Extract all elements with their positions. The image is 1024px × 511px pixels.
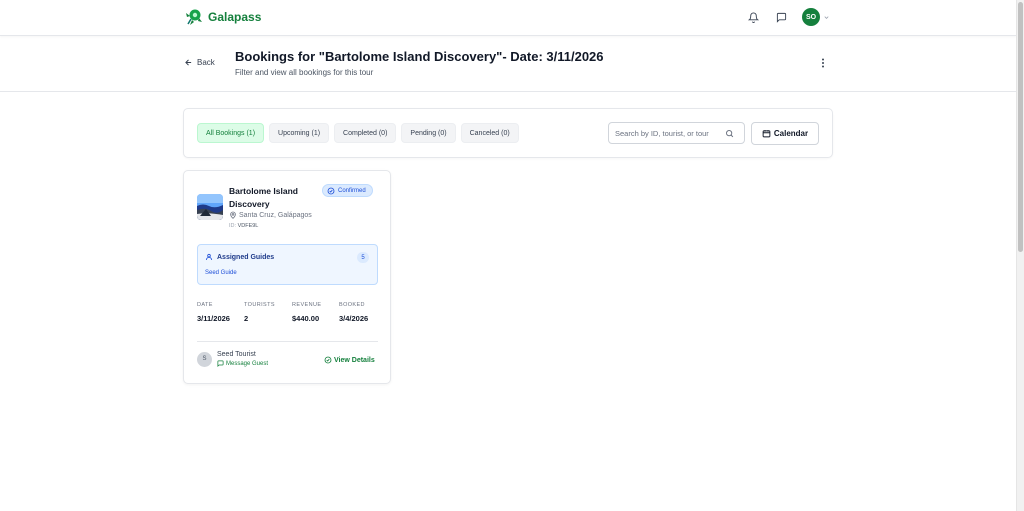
- booking-card: Bartolome Island Discovery Confirmed San…: [183, 170, 391, 384]
- tab-all-bookings[interactable]: All Bookings (1): [197, 123, 265, 143]
- stat-date: DATE 3/11/2026: [197, 302, 244, 323]
- assigned-guides-title: Assigned Guides: [217, 253, 275, 261]
- app-logo[interactable]: Galapass: [184, 7, 261, 27]
- message-icon[interactable]: [774, 10, 788, 24]
- turtle-logo-icon: [186, 9, 202, 25]
- status-badge: Confirmed: [322, 184, 373, 197]
- arrow-left-icon: [185, 59, 192, 66]
- top-nav-bar: Galapass SO: [0, 0, 1016, 36]
- tab-upcoming[interactable]: Upcoming (1): [269, 123, 330, 143]
- search-icon: [726, 129, 734, 137]
- status-label: Confirmed: [338, 187, 366, 194]
- back-label: Back: [197, 58, 215, 67]
- app-name: Galapass: [208, 10, 262, 24]
- tour-thumbnail: [197, 194, 223, 220]
- guest-info: S Seed Tourist Message Guest: [197, 351, 268, 367]
- guides-count-badge: 5: [357, 252, 369, 263]
- tour-name: Bartolome Island Discovery: [229, 186, 298, 209]
- user-icon: [205, 253, 213, 261]
- guide-name-link[interactable]: Seed Guide: [205, 270, 237, 276]
- calendar-icon: [762, 130, 771, 138]
- map-pin-icon: [230, 211, 236, 219]
- search-input[interactable]: [615, 128, 725, 138]
- stat-tourists-value: 2: [244, 314, 249, 323]
- stat-booked-value: 3/4/2026: [339, 314, 369, 323]
- page-subtitle: Filter and view all bookings for this to…: [235, 68, 374, 77]
- tour-location: Santa Cruz, Galápagos: [229, 211, 312, 219]
- page-scrollbar[interactable]: [1016, 0, 1024, 511]
- location-label: Santa Cruz, Galápagos: [239, 211, 312, 219]
- check-circle-icon: [327, 187, 335, 194]
- search-box: [608, 122, 745, 144]
- view-details-button[interactable]: View Details: [324, 356, 375, 364]
- check-circle-icon: [324, 356, 332, 364]
- assigned-guides-panel: Assigned Guides 5 Seed Guide: [197, 244, 378, 285]
- stat-revenue: REVENUE $440.00: [292, 302, 339, 323]
- stat-date-value: 3/11/2026: [197, 314, 230, 323]
- stat-booked-label: BOOKED: [339, 302, 365, 308]
- booking-id-value: VDFE9L: [237, 223, 259, 229]
- filter-panel: All Bookings (1) Upcoming (1) Completed …: [183, 108, 833, 158]
- calendar-button[interactable]: Calendar: [751, 122, 819, 145]
- chevron-down-icon: [824, 15, 829, 19]
- top-actions: SO: [746, 8, 830, 26]
- tab-pending[interactable]: Pending (0): [401, 123, 456, 143]
- view-details-label: View Details: [334, 356, 375, 364]
- booking-id-label: ID:: [229, 223, 237, 229]
- guest-details: Seed Tourist Message Guest: [217, 351, 268, 367]
- assigned-guides-header: Assigned Guides: [205, 253, 274, 261]
- tab-canceled[interactable]: Canceled (0): [460, 123, 519, 143]
- page-title: Bookings for "Bartolome Island Discovery…: [235, 49, 604, 64]
- message-guest-label: Message Guest: [226, 360, 269, 367]
- stat-revenue-label: REVENUE: [292, 302, 322, 308]
- stat-revenue-value: $440.00: [292, 314, 320, 323]
- back-button[interactable]: Back: [184, 58, 215, 67]
- page-header: Back Bookings for "Bartolome Island Disc…: [0, 36, 1016, 92]
- user-menu[interactable]: SO: [802, 8, 830, 26]
- booking-id: ID: VDFE9L: [229, 223, 258, 229]
- bell-icon[interactable]: [746, 10, 760, 24]
- card-divider: [197, 341, 378, 342]
- scrollbar-thumb[interactable]: [1018, 2, 1023, 252]
- calendar-label: Calendar: [773, 129, 809, 138]
- stat-tourists-label: TOURISTS: [244, 302, 275, 308]
- stat-tourists: TOURISTS 2: [244, 302, 292, 323]
- chat-icon: [217, 360, 224, 367]
- booking-stats: DATE 3/11/2026 TOURISTS 2 REVENUE $440.0…: [197, 302, 379, 323]
- guest-avatar: S: [197, 351, 212, 367]
- stat-booked: BOOKED 3/4/2026: [339, 302, 379, 323]
- message-guest-link[interactable]: Message Guest: [217, 360, 268, 367]
- more-options-icon[interactable]: [818, 56, 828, 70]
- avatar: SO: [802, 8, 820, 26]
- tab-completed[interactable]: Completed (0): [334, 123, 397, 143]
- stat-date-label: DATE: [197, 302, 213, 308]
- guest-name: Seed Tourist: [217, 351, 256, 358]
- status-tabs: All Bookings (1) Upcoming (1) Completed …: [197, 123, 519, 143]
